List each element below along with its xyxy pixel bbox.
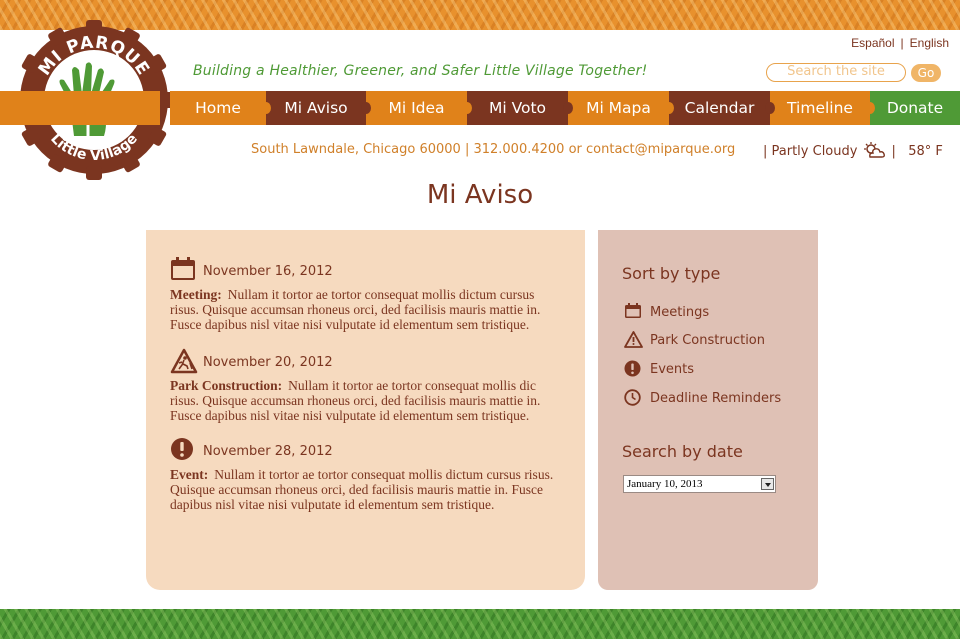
notice-body: Park Construction: Nullam it tortor ae to… [170,378,565,423]
search-go-button[interactable]: Go [911,64,941,82]
filter-sidebar: Sort by type Meetings Park Construction … [598,230,818,590]
notice-date: November 16, 2012 [203,264,333,279]
weather-info: | Partly Cloudy | 58° F [763,142,943,159]
tab-home[interactable]: Home [170,91,271,125]
notice-body: Meeting: Nullam it tortor ae tortor conse… [170,287,565,332]
exclamation-icon [624,360,641,377]
filter-label: Meetings [650,305,710,320]
chevron-down-icon[interactable] [761,478,774,490]
language-switcher: Español | English [851,36,949,50]
nav-strip [0,91,160,125]
bottom-pattern-band [0,609,960,639]
notice-type: Park Construction: [170,378,283,393]
search-by-date-heading: Search by date [622,442,743,461]
tab-mi-idea[interactable]: Mi Idea [366,91,472,125]
exclamation-icon [171,438,193,460]
filter-label: Park Construction [650,333,766,348]
notice-text: Nullam it tortor ae tortor consequat mol… [170,287,541,332]
weather-temp: 58° F [908,144,943,159]
construction-icon [170,348,198,374]
clock-icon [624,389,641,406]
tab-mi-aviso[interactable]: Mi Aviso [266,91,371,125]
partly-cloudy-icon [864,142,886,158]
main-nav: Home Mi Aviso Mi Idea Mi Voto Mi Mapa Ca… [0,91,960,125]
tab-mi-mapa[interactable]: Mi Mapa [568,91,674,125]
weather-condition: | Partly Cloudy [763,144,858,159]
notice-text: Nullam it tortor ae tortor consequat mol… [170,467,554,512]
sort-by-type-heading: Sort by type [622,264,721,283]
search-input[interactable]: Search the site [766,63,906,82]
notice-type: Event: [170,467,209,482]
notices-panel: November 16, 2012 Meeting: Nullam it tort… [146,230,585,590]
date-select-value: January 10, 2013 [627,478,703,490]
lang-english-link[interactable]: English [910,36,949,50]
notice-date: November 28, 2012 [203,444,333,459]
weather-separator: | [891,144,896,159]
tab-timeline[interactable]: Timeline [770,91,875,125]
calendar-icon [625,303,641,318]
notice-item: November 16, 2012 Meeting: Nullam it tort… [170,257,565,332]
lang-espanol-link[interactable]: Español [851,36,894,50]
notice-type: Meeting: [170,287,222,302]
warning-icon [624,331,643,348]
notice-item: November 28, 2012 Event: Nullam it tortor… [170,437,565,512]
lang-separator: | [900,36,904,50]
site-tagline: Building a Healthier, Greener, and Safer… [193,63,648,79]
date-select[interactable]: January 10, 2013 [623,475,776,493]
page-title: Mi Aviso [426,180,534,210]
notice-date: November 20, 2012 [203,355,333,370]
tab-mi-voto[interactable]: Mi Voto [467,91,573,125]
notice-item: November 20, 2012 Park Construction: Null… [170,348,565,423]
tab-calendar[interactable]: Calendar [669,91,775,125]
filter-label: Deadline Reminders [650,391,782,406]
tab-donate[interactable]: Donate [870,91,960,125]
filter-label: Events [650,362,695,377]
contact-info: South Lawndale, Chicago 60000 | 312.000.… [251,142,736,157]
notice-body: Event: Nullam it tortor ae tortor consequ… [170,467,565,512]
calendar-icon [171,257,195,280]
